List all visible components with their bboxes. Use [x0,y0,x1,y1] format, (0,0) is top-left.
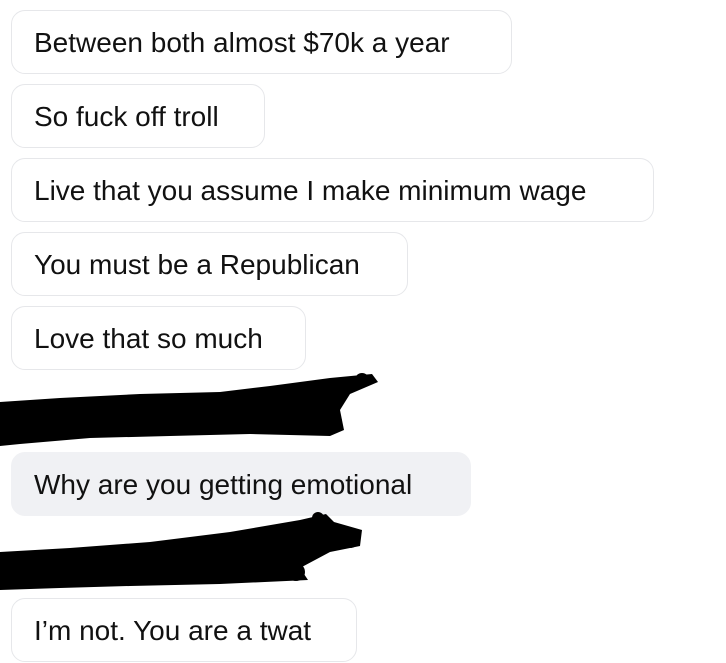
message-bubble-6[interactable]: Why are you getting emotional [11,452,471,516]
message-bubble-3[interactable]: Live that you assume I make minimum wage [11,158,654,222]
message-bubble-5[interactable]: Love that so much [11,306,306,370]
message-bubble-2[interactable]: So fuck off troll [11,84,265,148]
redaction-scribble-1 [0,373,378,446]
message-bubble-7[interactable]: I’m not. You are a twat [11,598,357,662]
redaction-scribble-2 [0,512,362,590]
message-bubble-4[interactable]: You must be a Republican [11,232,408,296]
message-bubble-1[interactable]: Between both almost $70k a year [11,10,512,74]
